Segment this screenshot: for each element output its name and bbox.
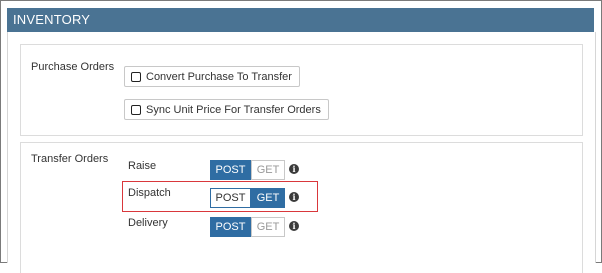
transfer-orders-label: Transfer Orders <box>31 153 109 165</box>
checkbox-label: Sync Unit Price For Transfer Orders <box>146 103 321 116</box>
convert-purchase-to-transfer-checkbox[interactable]: Convert Purchase To Transfer <box>124 66 300 87</box>
raise-method-toggle: POST GET <box>210 160 285 180</box>
delivery-info-icon[interactable]: i <box>289 221 299 231</box>
delivery-get-option[interactable]: GET <box>251 217 285 237</box>
checkbox-label: Convert Purchase To Transfer <box>146 70 292 83</box>
inventory-panel: Purchase Orders Convert Purchase To Tran… <box>7 32 596 273</box>
raise-info-icon[interactable]: i <box>289 164 299 174</box>
purchase-orders-section: Purchase Orders Convert Purchase To Tran… <box>20 44 583 136</box>
page-title: INVENTORY <box>13 12 91 27</box>
checkbox-icon <box>131 104 141 115</box>
raise-label: Raise <box>128 160 157 172</box>
dispatch-highlight-box <box>122 181 318 212</box>
purchase-orders-label: Purchase Orders <box>31 61 115 73</box>
delivery-post-option[interactable]: POST <box>210 217 251 237</box>
raise-post-option[interactable]: POST <box>210 160 251 180</box>
checkbox-icon <box>131 71 141 82</box>
sync-unit-price-checkbox[interactable]: Sync Unit Price For Transfer Orders <box>124 99 329 120</box>
page-header: INVENTORY <box>7 8 594 32</box>
raise-get-option[interactable]: GET <box>251 160 285 180</box>
delivery-label: Delivery <box>128 217 168 229</box>
delivery-method-toggle: POST GET <box>210 217 285 237</box>
